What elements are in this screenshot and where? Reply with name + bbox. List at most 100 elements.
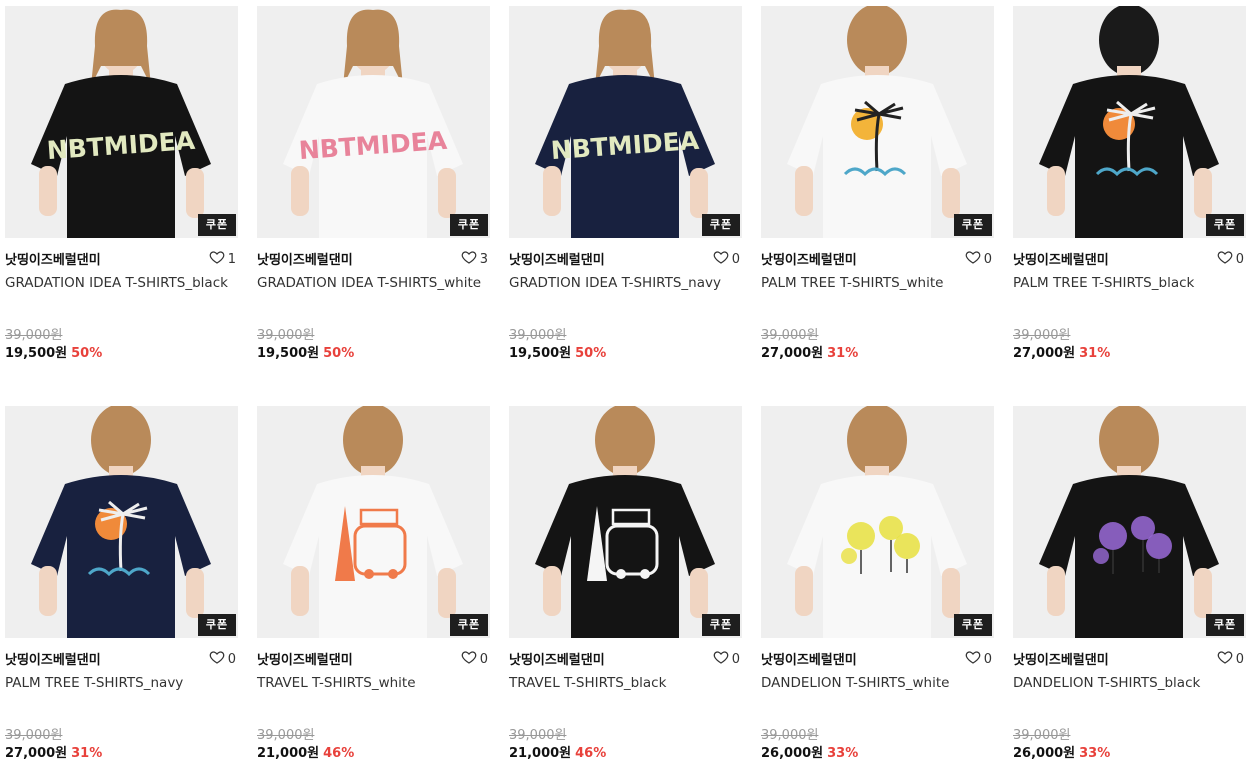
like-button[interactable]: 3 (461, 249, 488, 269)
price-row: 21,000원 46% (509, 742, 742, 762)
heart-icon (713, 249, 729, 269)
product-image[interactable]: 쿠폰 (5, 406, 238, 638)
product-card[interactable]: 쿠폰 낫띵이즈베럴댄미 0 DANDELION T-SHIRTS_black 39,00… (1013, 406, 1246, 762)
discount-rate: 33% (827, 746, 859, 761)
product-card[interactable]: NBTMIDEA 쿠폰낫띵이즈베럴댄미 3 GRADATION IDEA T-SHIR… (257, 6, 490, 362)
product-card[interactable]: NBTMIDEA 쿠폰낫띵이즈베럴댄미 0 GRADTION IDEA T-SHIRT… (509, 6, 742, 362)
heart-icon (461, 649, 477, 669)
like-button[interactable]: 0 (965, 649, 992, 669)
product-name[interactable]: PALM TREE T-SHIRTS_black (1013, 274, 1246, 312)
heart-icon (1217, 249, 1233, 269)
heart-icon (1217, 649, 1233, 669)
discount-rate: 31% (827, 346, 859, 361)
coupon-badge: 쿠폰 (954, 614, 992, 636)
product-card[interactable]: 쿠폰 낫띵이즈베럴댄미 0 TRAVEL T-SHIRTS_white 39,000원 2… (257, 406, 490, 762)
like-button[interactable]: 0 (965, 249, 992, 269)
coupon-badge: 쿠폰 (1206, 614, 1244, 636)
coupon-badge: 쿠폰 (450, 614, 488, 636)
like-button[interactable]: 0 (461, 649, 488, 669)
product-image[interactable]: 쿠폰 (1013, 406, 1246, 638)
heart-icon (965, 249, 981, 269)
coupon-badge: 쿠폰 (702, 614, 740, 636)
discount-rate: 33% (1079, 746, 1111, 761)
like-count: 0 (1235, 651, 1244, 667)
price-row: 26,000원 33% (761, 742, 994, 762)
like-button[interactable]: 0 (1217, 249, 1244, 269)
brand-name[interactable]: 낫띵이즈베럴댄미 (509, 649, 605, 668)
product-name[interactable]: GRADTION IDEA T-SHIRTS_navy (509, 274, 742, 312)
product-name[interactable]: DANDELION T-SHIRTS_white (761, 674, 994, 712)
product-image[interactable]: 쿠폰 (761, 6, 994, 238)
brand-name[interactable]: 낫띵이즈베럴댄미 (257, 649, 353, 668)
sale-price: 27,000원 (5, 746, 68, 761)
price-row: 19,500원 50% (509, 342, 742, 362)
product-card[interactable]: NBTMIDEA 쿠폰낫띵이즈베럴댄미 1 GRADATION IDEA T-SHIR… (5, 6, 238, 362)
product-name[interactable]: TRAVEL T-SHIRTS_black (509, 674, 742, 712)
original-price: 39,000원 (1013, 328, 1071, 343)
product-name[interactable]: TRAVEL T-SHIRTS_white (257, 674, 490, 712)
like-count: 0 (983, 651, 992, 667)
sale-price: 27,000원 (1013, 346, 1076, 361)
sale-price: 26,000원 (1013, 746, 1076, 761)
brand-name[interactable]: 낫띵이즈베럴댄미 (761, 649, 857, 668)
price-row: 27,000원 31% (5, 742, 238, 762)
brand-name[interactable]: 낫띵이즈베럴댄미 (5, 649, 101, 668)
like-button[interactable]: 1 (209, 249, 236, 269)
original-price: 39,000원 (509, 728, 567, 743)
like-button[interactable]: 0 (713, 649, 740, 669)
heart-icon (209, 249, 225, 269)
heart-icon (461, 249, 477, 269)
product-image[interactable]: 쿠폰 (761, 406, 994, 638)
heart-icon (209, 649, 225, 669)
discount-rate: 46% (323, 746, 355, 761)
product-name[interactable]: GRADATION IDEA T-SHIRTS_black (5, 274, 238, 312)
product-image[interactable]: NBTMIDEA 쿠폰 (5, 6, 238, 238)
like-count: 0 (1235, 251, 1244, 267)
brand-name[interactable]: 낫띵이즈베럴댄미 (1013, 649, 1109, 668)
discount-rate: 50% (575, 346, 607, 361)
product-name[interactable]: GRADATION IDEA T-SHIRTS_white (257, 274, 490, 312)
brand-name[interactable]: 낫띵이즈베럴댄미 (761, 249, 857, 268)
sale-price: 19,500원 (5, 346, 68, 361)
product-name[interactable]: PALM TREE T-SHIRTS_navy (5, 674, 238, 712)
like-button[interactable]: 0 (209, 649, 236, 669)
original-price: 39,000원 (5, 328, 63, 343)
price-row: 21,000원 46% (257, 742, 490, 762)
product-card[interactable]: 쿠폰 낫띵이즈베럴댄미 0 DANDELION T-SHIRTS_white 39,00… (761, 406, 994, 762)
brand-name[interactable]: 낫띵이즈베럴댄미 (5, 249, 101, 268)
product-image[interactable]: 쿠폰 (257, 406, 490, 638)
original-price: 39,000원 (5, 728, 63, 743)
product-image[interactable]: 쿠폰 (509, 406, 742, 638)
like-count: 0 (731, 251, 740, 267)
product-card[interactable]: 쿠폰낫띵이즈베럴댄미 0 PALM TREE T-SHIRTS_navy 39,000… (5, 406, 238, 762)
product-card[interactable]: 쿠폰낫띵이즈베럴댄미 0 PALM TREE T-SHIRTS_black 39,00… (1013, 6, 1246, 362)
coupon-badge: 쿠폰 (702, 214, 740, 236)
like-button[interactable]: 0 (713, 249, 740, 269)
original-price: 39,000원 (761, 328, 819, 343)
discount-rate: 50% (323, 346, 355, 361)
heart-icon (713, 649, 729, 669)
sale-price: 19,500원 (509, 346, 572, 361)
product-image[interactable]: NBTMIDEA 쿠폰 (257, 6, 490, 238)
like-count: 0 (227, 651, 236, 667)
discount-rate: 50% (71, 346, 103, 361)
heart-icon (965, 649, 981, 669)
sale-price: 26,000원 (761, 746, 824, 761)
coupon-badge: 쿠폰 (198, 214, 236, 236)
brand-name[interactable]: 낫띵이즈베럴댄미 (1013, 249, 1109, 268)
product-image[interactable]: NBTMIDEA 쿠폰 (509, 6, 742, 238)
product-name[interactable]: DANDELION T-SHIRTS_black (1013, 674, 1246, 712)
coupon-badge: 쿠폰 (450, 214, 488, 236)
product-card[interactable]: 쿠폰낫띵이즈베럴댄미 0 TRAVEL T-SHIRTS_black 39,000원 2… (509, 406, 742, 762)
brand-name[interactable]: 낫띵이즈베럴댄미 (509, 249, 605, 268)
original-price: 39,000원 (509, 328, 567, 343)
coupon-badge: 쿠폰 (1206, 214, 1244, 236)
like-button[interactable]: 0 (1217, 649, 1244, 669)
product-image[interactable]: 쿠폰 (1013, 6, 1246, 238)
product-card[interactable]: 쿠폰낫띵이즈베럴댄미 0 PALM TREE T-SHIRTS_white 39,00… (761, 6, 994, 362)
like-count: 0 (983, 251, 992, 267)
brand-name[interactable]: 낫띵이즈베럴댄미 (257, 249, 353, 268)
product-name[interactable]: PALM TREE T-SHIRTS_white (761, 274, 994, 312)
sale-price: 19,500원 (257, 346, 320, 361)
price-row: 26,000원 33% (1013, 742, 1246, 762)
